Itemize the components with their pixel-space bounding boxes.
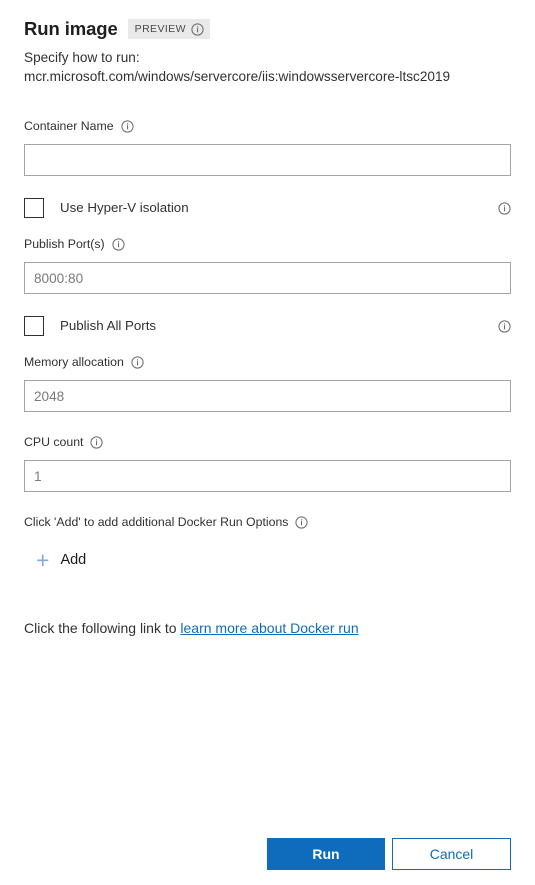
run-button[interactable]: Run [267,838,385,870]
info-icon[interactable] [498,319,511,333]
memory-allocation-input[interactable] [24,380,511,412]
info-icon[interactable] [295,515,309,529]
hyperv-isolation-info[interactable] [498,201,511,215]
label-text: Publish Port(s) [24,237,105,251]
publish-all-ports-label: Publish All Ports [60,318,157,333]
preview-badge: PREVIEW [127,19,210,39]
label-text: Container Name [24,119,114,133]
cpu-count-input[interactable] [24,460,511,492]
run-image-panel: Run image PREVIEW Specify how to run: mc… [0,0,535,885]
container-name-input[interactable] [24,144,511,176]
publish-all-ports-info[interactable] [498,319,511,333]
memory-allocation-label: Memory allocation [24,354,144,370]
page-title: Run image [24,18,118,39]
publish-all-ports-checkbox[interactable] [24,316,44,336]
docker-run-options-label: Click 'Add' to add additional Docker Run… [24,514,309,530]
publish-ports-input[interactable] [24,262,511,294]
hyperv-isolation-label: Use Hyper-V isolation [60,200,189,215]
publish-ports-label: Publish Port(s) [24,236,125,252]
cpu-count-label: CPU count [24,434,104,450]
info-icon[interactable] [90,435,104,449]
info-icon[interactable] [131,355,144,369]
cancel-button[interactable]: Cancel [392,838,511,870]
add-run-option-button[interactable]: + Add [36,546,86,574]
info-icon[interactable] [120,119,134,133]
preview-badge-label: PREVIEW [134,23,186,35]
panel-subtitle: Specify how to run: mcr.microsoft.com/wi… [24,48,514,86]
info-icon[interactable] [191,22,204,36]
help-link-line: Click the following link to learn more a… [24,618,359,638]
hyperv-isolation-checkbox[interactable] [24,198,44,218]
image-reference: mcr.microsoft.com/windows/servercore/iis… [24,69,451,84]
label-text: Memory allocation [24,355,124,369]
info-icon[interactable] [112,237,125,251]
container-name-label: Container Name [24,118,134,134]
info-icon[interactable] [498,201,511,215]
publish-all-ports-row[interactable]: Publish All Ports [24,316,511,336]
add-button-label: Add [60,552,87,568]
panel-header: Run image PREVIEW Specify how to run: mc… [24,16,514,86]
label-text: Click 'Add' to add additional Docker Run… [24,515,289,529]
label-text: CPU count [24,435,84,449]
learn-more-docker-run-link[interactable]: learn more about Docker run [180,620,358,636]
title-row: Run image PREVIEW [24,16,514,42]
help-link-prefix: Click the following link to [24,620,181,636]
subtitle-line-1: Specify how to run: [24,50,140,65]
plus-icon: + [36,546,50,573]
hyperv-isolation-row[interactable]: Use Hyper-V isolation [24,198,511,218]
